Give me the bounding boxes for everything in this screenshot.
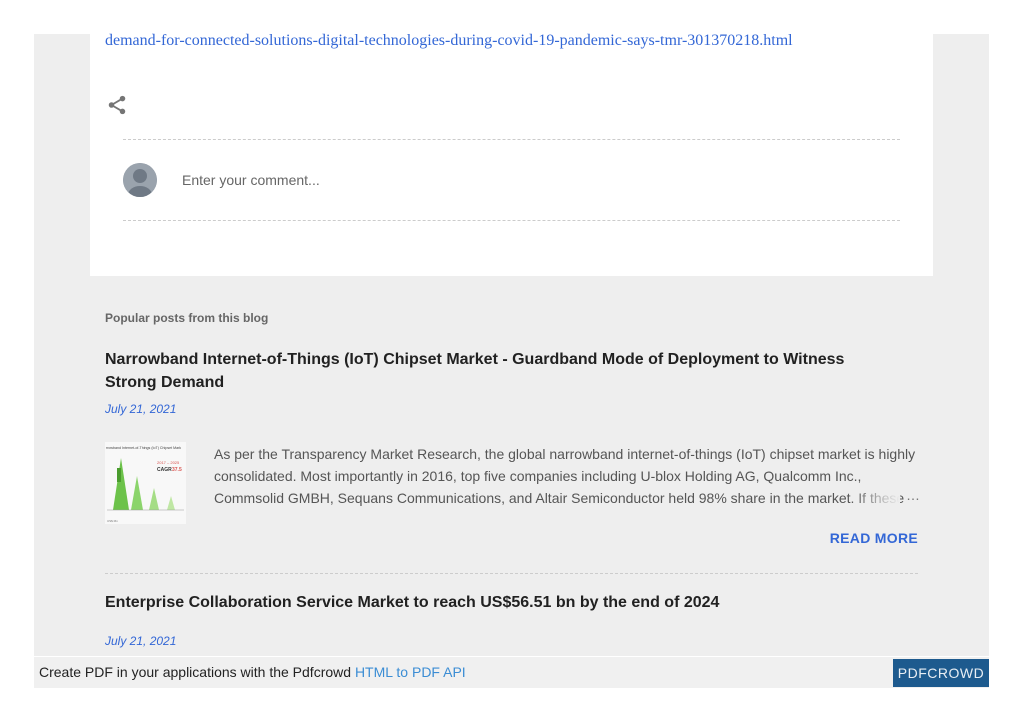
post-snippet: As per the Transparency Market Research,… (214, 446, 916, 506)
pdfcrowd-button[interactable]: PDFCROWD (893, 659, 989, 687)
thumbnail-bar-label: US$ Mn (107, 519, 118, 523)
thumbnail-cagr: CAGR (157, 467, 172, 473)
posts-divider (105, 573, 918, 574)
comment-divider-bottom (123, 220, 900, 221)
post-source-link[interactable]: demand-for-connected-solutions-digital-t… (105, 32, 793, 50)
post-thumbnail[interactable]: rrowband Internet-of-Things (IoT) Chipse… (105, 442, 186, 524)
user-silhouette-icon (123, 163, 157, 197)
snippet-ellipsis: … (906, 487, 920, 503)
popular-post-title-2[interactable]: Enterprise Collaboration Service Market … (105, 591, 865, 614)
thumbnail-cagr-value: 37.5 (172, 467, 182, 473)
popular-posts-heading: Popular posts from this blog (105, 311, 269, 325)
popular-post-date-2[interactable]: July 21, 2021 (105, 634, 176, 648)
popular-post-title-1[interactable]: Narrowband Internet-of-Things (IoT) Chip… (105, 348, 865, 394)
post-card: demand-for-connected-solutions-digital-t… (90, 32, 933, 276)
chart-thumbnail-image: rrowband Internet-of-Things (IoT) Chipse… (105, 442, 186, 524)
html-to-pdf-api-link[interactable]: HTML to PDF API (355, 664, 466, 680)
read-more-link[interactable]: READ MORE (830, 530, 918, 546)
popular-post-date-1[interactable]: July 21, 2021 (105, 402, 176, 416)
pdf-footer-label: Create PDF in your applications with the… (39, 664, 355, 680)
pdf-footer-text: Create PDF in your applications with the… (39, 664, 466, 680)
thumbnail-years: 2017 – 2025 (157, 460, 180, 465)
comment-input[interactable] (182, 170, 682, 190)
pdf-footer-bar: Create PDF in your applications with the… (34, 657, 989, 688)
thumbnail-title: rrowband Internet-of-Things (IoT) Chipse… (106, 446, 181, 450)
share-icon[interactable] (106, 94, 128, 116)
comment-divider-top (123, 139, 900, 140)
avatar (123, 163, 157, 197)
snippet-fade (850, 487, 900, 509)
